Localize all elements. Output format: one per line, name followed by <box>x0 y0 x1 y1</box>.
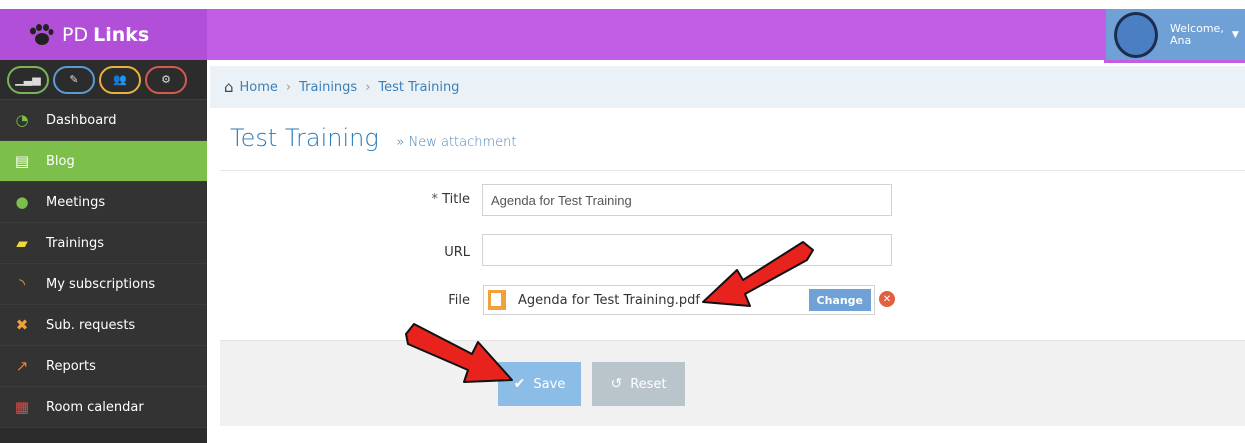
rss-icon: ◝ <box>19 275 25 293</box>
reset-button[interactable]: ↺ Reset <box>592 362 685 406</box>
sidebar-item-label: My subscriptions <box>46 276 156 292</box>
user-name: Ana <box>1170 33 1192 47</box>
breadcrumb: ⌂ Home › Trainings › Test Training <box>207 66 1245 108</box>
sidebar-item-label: Dashboard <box>46 112 117 128</box>
cogs-icon[interactable]: ⚙ <box>145 65 187 94</box>
sidebar-shortcuts: ▁▃▅ ✎ 👥 ⚙ <box>0 60 207 100</box>
sidebar-item-label: Room calendar <box>46 399 144 415</box>
user-remove-icon: ✖ <box>15 316 29 334</box>
file-icon <box>488 290 506 310</box>
sidebar-item-my-subscriptions[interactable]: ◝ My subscriptions <box>0 264 207 305</box>
form-actions: ✔ Save ↺ Reset <box>220 340 1245 426</box>
sidebar: ▁▃▅ ✎ 👥 ⚙ ◔ Dashboard ▤ Blog ● Meetings ▰ Train… <box>0 60 207 443</box>
page-title: Test Training » New attachment <box>230 124 517 152</box>
file-label: File <box>448 293 470 308</box>
remove-file-icon[interactable]: ✕ <box>879 291 895 307</box>
sidebar-item-label: Meetings <box>46 194 106 210</box>
reset-label: Reset <box>630 376 667 392</box>
sidebar-item-room-calendar[interactable]: ▦ Room calendar <box>0 387 207 428</box>
paw-icon <box>28 23 54 46</box>
signal-icon[interactable]: ▁▃▅ <box>7 65 49 94</box>
breadcrumb-current[interactable]: Test Training <box>378 80 459 95</box>
title-input[interactable] <box>482 184 892 216</box>
brand-pd: PD <box>62 23 89 46</box>
calendar-icon: ▦ <box>14 398 30 416</box>
brand-links: Links <box>93 23 150 46</box>
undo-icon: ↺ <box>610 376 623 392</box>
title-label-text: Title <box>442 192 470 207</box>
page-title-text: Test Training <box>230 124 379 152</box>
sidebar-item-label: Sub. requests <box>46 317 136 333</box>
breadcrumb-trainings[interactable]: Trainings <box>299 80 357 95</box>
file-name: Agenda for Test Training.pdf <box>518 292 700 308</box>
title-label: * Title <box>390 192 470 207</box>
sidebar-item-label: Blog <box>46 153 75 169</box>
pencil-icon[interactable]: ✎ <box>53 65 95 94</box>
caret-down-icon: ▼ <box>1231 29 1239 40</box>
user-menu[interactable]: Welcome, Ana ▼ <box>1106 9 1245 60</box>
annotation-arrow-icon <box>405 323 513 383</box>
dashboard-icon: ◔ <box>15 111 29 129</box>
page-subtitle: » New attachment <box>396 135 517 150</box>
book-icon: ▰ <box>16 234 28 252</box>
chart-line-icon: ↗ <box>15 357 29 375</box>
sidebar-item-meetings[interactable]: ● Meetings <box>0 182 207 223</box>
home-icon[interactable]: ⌂ <box>224 78 234 96</box>
welcome-text: Welcome, Ana <box>1170 21 1224 47</box>
sidebar-item-reports[interactable]: ↗ Reports <box>0 346 207 387</box>
breadcrumb-separator: › <box>285 79 292 95</box>
divider <box>220 170 1245 171</box>
url-label: URL <box>444 245 470 260</box>
user-menu-underline <box>1104 60 1245 63</box>
annotation-arrow-icon <box>702 241 814 307</box>
save-label: Save <box>533 376 566 392</box>
sidebar-item-trainings[interactable]: ▰ Trainings <box>0 223 207 264</box>
sidebar-item-sub-requests[interactable]: ✖ Sub. requests <box>0 305 207 346</box>
breadcrumb-home[interactable]: Home <box>240 80 278 95</box>
sidebar-nav: ◔ Dashboard ▤ Blog ● Meetings ▰ Trainings ◝ My su… <box>0 100 207 428</box>
sidebar-item-dashboard[interactable]: ◔ Dashboard <box>0 100 207 141</box>
sidebar-item-label: Reports <box>46 358 96 374</box>
required-marker: * <box>431 192 438 207</box>
group-icon[interactable]: 👥 <box>99 65 141 94</box>
group-icon: ● <box>15 193 29 211</box>
sidebar-item-label: Trainings <box>46 235 105 251</box>
sidebar-item-blog[interactable]: ▤ Blog <box>0 141 207 182</box>
top-navbar: PD Links Welcome, Ana ▼ <box>0 9 1245 60</box>
brand-logo[interactable]: PD Links <box>0 9 207 60</box>
welcome-label: Welcome, <box>1170 21 1224 35</box>
avatar <box>1114 11 1158 58</box>
breadcrumb-separator: › <box>365 79 371 95</box>
url-input[interactable] <box>482 234 892 266</box>
newspaper-icon: ▤ <box>14 152 30 170</box>
